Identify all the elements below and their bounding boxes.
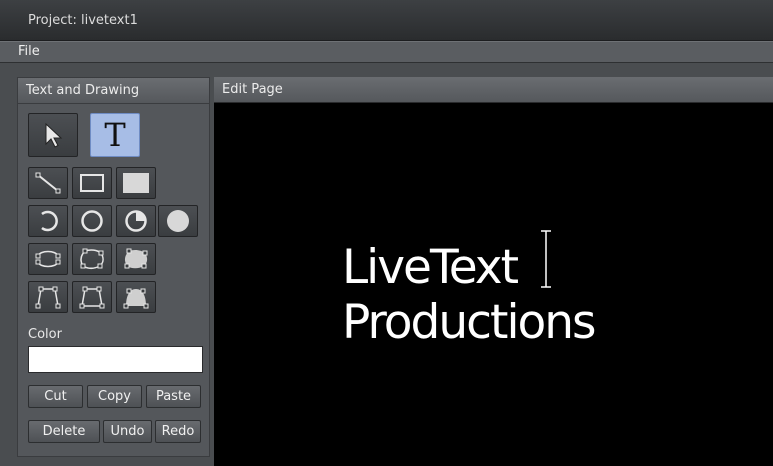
closed-polygon-tool-button[interactable] (72, 281, 112, 313)
arc-icon (41, 210, 58, 232)
copy-button[interactable]: Copy (87, 385, 142, 408)
rectangle-outline-tool-button[interactable] (72, 167, 112, 199)
select-tool-button[interactable] (28, 113, 78, 157)
closed-polygon-icon (79, 286, 105, 309)
rectangle-filled-tool-button[interactable] (116, 167, 156, 199)
pie-icon (125, 210, 147, 232)
menu-file[interactable]: File (18, 44, 40, 59)
open-polygon-icon (35, 286, 61, 309)
filled-curve-tool-button[interactable] (116, 243, 156, 275)
text-tool-icon: T (104, 116, 126, 154)
color-label: Color (28, 327, 62, 342)
window-title: Project: livetext1 (28, 13, 138, 28)
canvas-text-object[interactable]: LiveText Productions (342, 240, 597, 350)
text-tool-button[interactable]: T (90, 113, 140, 157)
circle-filled-tool-button[interactable] (158, 205, 198, 237)
open-curve-tool-button[interactable] (28, 243, 68, 275)
filled-curve-icon (124, 248, 148, 269)
filled-polygon-icon (123, 288, 149, 309)
window-title-bar: Project: livetext1 (0, 0, 773, 41)
line-tool-button[interactable] (28, 167, 68, 199)
closed-curve-tool-button[interactable] (72, 243, 112, 275)
canvas-text-line-2: Productions (342, 295, 597, 350)
delete-button[interactable]: Delete (28, 420, 100, 443)
menu-bar: File (0, 41, 773, 63)
open-polygon-tool-button[interactable] (28, 281, 68, 313)
rectangle-outline-icon (80, 174, 104, 192)
canvas-text-line-1: LiveText (342, 240, 519, 295)
edit-page-panel: Edit Page LiveText Productions (214, 77, 773, 466)
text-cursor-icon (541, 230, 551, 288)
undo-button[interactable]: Undo (103, 420, 152, 443)
circle-outline-icon (81, 210, 103, 232)
panel-title: Text and Drawing (18, 78, 209, 104)
cut-button[interactable]: Cut (28, 385, 83, 408)
filled-polygon-tool-button[interactable] (116, 281, 156, 313)
pie-tool-button[interactable] (116, 205, 156, 237)
color-swatch[interactable] (28, 346, 203, 373)
paste-button[interactable]: Paste (146, 385, 201, 408)
line-icon (35, 172, 61, 194)
circle-filled-icon (167, 210, 189, 232)
redo-button[interactable]: Redo (155, 420, 201, 443)
circle-outline-tool-button[interactable] (72, 205, 112, 237)
text-and-drawing-panel: Text and Drawing T Color Cut Copy Paste … (17, 77, 210, 457)
arrow-pointer-icon (45, 122, 63, 148)
rectangle-filled-icon (123, 173, 149, 193)
open-curve-icon (35, 250, 61, 268)
closed-curve-icon (80, 248, 104, 269)
edit-page-title: Edit Page (214, 77, 773, 103)
arc-tool-button[interactable] (28, 205, 68, 237)
